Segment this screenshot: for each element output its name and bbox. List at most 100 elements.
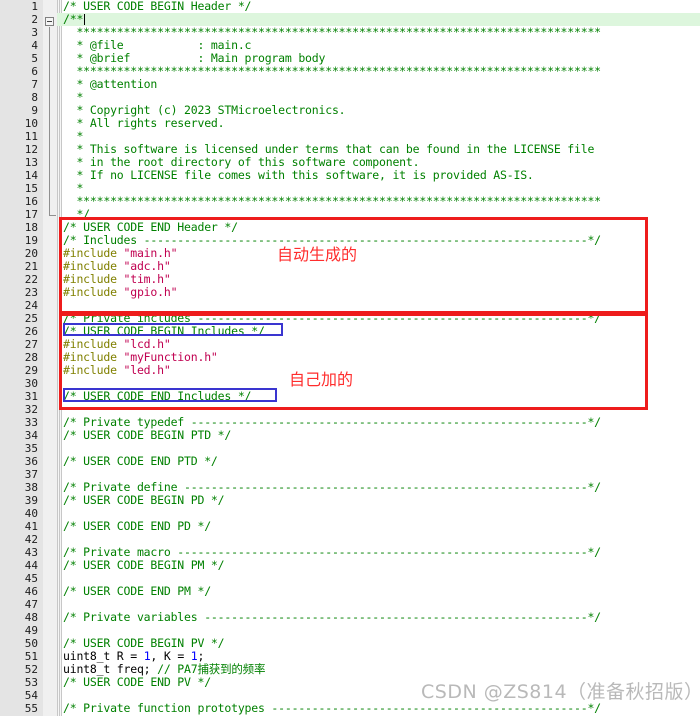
code-line[interactable]: 31 /* USER CODE END Includes */ <box>0 390 700 404</box>
code-line[interactable]: 55 /* Private function prototypes -------… <box>0 702 700 716</box>
line-content[interactable]: #include "gpio.h" <box>63 285 178 299</box>
code-line[interactable]: 46 /* USER CODE END PM */ <box>0 585 700 599</box>
line-number: 3 <box>31 26 38 39</box>
code-token: uint8_t freq; <box>63 662 158 676</box>
line-content[interactable]: /* USER CODE END PTD */ <box>63 455 218 468</box>
line-number: 32 <box>24 403 38 416</box>
code-line[interactable]: 34 /* USER CODE BEGIN PTD */ <box>0 429 700 443</box>
code-token: #include <box>63 337 124 351</box>
code-token: * If no LICENSE file comes with this sof… <box>63 168 534 182</box>
line-number: 19 <box>24 234 38 247</box>
fold-range-end-marker <box>49 215 56 216</box>
line-number: 47 <box>24 598 38 611</box>
line-number: 50 <box>24 637 38 650</box>
code-line[interactable]: 1 /* USER CODE BEGIN Header */ <box>0 0 700 13</box>
code-token: /* Private typedef ---------------------… <box>63 415 601 429</box>
code-line[interactable]: 10 * All rights reserved. <box>0 117 700 131</box>
line-number: 54 <box>24 689 38 702</box>
line-number: 8 <box>31 91 38 104</box>
line-number: 15 <box>24 182 38 195</box>
line-number: 45 <box>24 572 38 585</box>
line-number: 31 <box>24 390 38 403</box>
annotation-label-auto-generated: 自动生成的 <box>277 245 358 264</box>
line-number: 1 <box>31 0 38 13</box>
line-content[interactable]: /* USER CODE BEGIN Header */ <box>63 0 251 13</box>
line-number: 4 <box>31 39 38 52</box>
code-token: /* USER CODE BEGIN PM */ <box>63 558 225 572</box>
code-token: , K = <box>150 649 191 663</box>
code-token: * <box>63 181 84 195</box>
code-token: /* Private define ----------------------… <box>63 480 601 494</box>
code-token: #include <box>63 285 124 299</box>
line-content[interactable]: /* USER CODE END PV */ <box>63 676 211 689</box>
code-token: ; <box>197 649 205 663</box>
code-line[interactable]: 16 *************************************… <box>0 195 700 209</box>
line-number: 55 <box>24 702 38 715</box>
line-number: 13 <box>24 156 38 169</box>
code-line[interactable]: 48 /* Private variables -----------------… <box>0 611 700 625</box>
line-number: 29 <box>24 364 38 377</box>
code-token: /* USER CODE END Includes */ <box>63 389 252 403</box>
code-token: /* USER CODE BEGIN PTD */ <box>63 428 232 442</box>
text-cursor <box>83 14 85 25</box>
line-content[interactable]: /* USER CODE BEGIN PTD */ <box>63 429 231 442</box>
code-editor[interactable]: 1/* USER CODE BEGIN Header */2/** 3 *****… <box>0 0 700 716</box>
line-number: 49 <box>24 624 38 637</box>
code-line[interactable]: 36 /* USER CODE END PTD */ <box>0 455 700 469</box>
code-token: /* USER CODE END PV */ <box>63 675 211 689</box>
code-token: ****************************************… <box>63 25 601 39</box>
line-number: 43 <box>24 546 38 559</box>
code-line[interactable]: 44 /* USER CODE BEGIN PM */ <box>0 558 700 573</box>
watermark-text: CSDN @ZS814（准备秋招版） <box>421 681 700 703</box>
code-token: * @file : main.c <box>63 38 252 52</box>
line-number: 14 <box>24 169 38 182</box>
code-token: 1 <box>190 649 198 663</box>
code-token: "gpio.h" <box>123 285 178 299</box>
line-content[interactable]: /* USER CODE END Includes */ <box>63 390 251 403</box>
line-number: 5 <box>31 52 38 65</box>
line-number: 41 <box>24 520 38 533</box>
line-number: 24 <box>24 299 38 312</box>
code-token: "tim.h" <box>123 272 171 286</box>
code-line[interactable]: 7 * @attention <box>0 78 700 92</box>
line-number: 46 <box>24 585 38 598</box>
code-line[interactable]: 39 /* USER CODE BEGIN PD */ <box>0 494 700 508</box>
line-number: 23 <box>24 286 38 299</box>
code-token: /* Private macro -----------------------… <box>63 545 601 559</box>
line-content[interactable]: /* USER CODE BEGIN PM */ <box>63 558 225 572</box>
code-token: /* Private includes --------------------… <box>63 311 601 325</box>
line-number: 34 <box>24 429 38 442</box>
code-line[interactable]: 14 * If no LICENSE file comes with this … <box>0 168 700 183</box>
line-content[interactable]: /* USER CODE END PM */ <box>63 585 211 598</box>
line-content[interactable]: * All rights reserved. <box>63 117 224 130</box>
line-number: 36 <box>24 455 38 468</box>
line-content[interactable]: #include "led.h" <box>63 364 171 377</box>
code-token: "adc.h" <box>123 259 171 273</box>
line-content[interactable]: * If no LICENSE file comes with this sof… <box>63 168 534 182</box>
line-number: 53 <box>24 676 38 689</box>
code-token: "main.h" <box>123 246 178 260</box>
fold-collapse-icon[interactable] <box>45 17 54 26</box>
code-token: * <box>63 90 84 104</box>
line-number: 33 <box>24 416 38 429</box>
code-token: * in the root directory of this software… <box>63 155 420 169</box>
line-content[interactable]: /* Private function prototypes ---------… <box>63 702 601 715</box>
line-content[interactable]: ****************************************… <box>63 195 601 208</box>
code-token: #include <box>63 350 124 364</box>
code-token: /* USER CODE BEGIN PV */ <box>63 636 225 650</box>
line-content[interactable]: /* Private variables -------------------… <box>63 611 601 624</box>
code-line[interactable]: 41 /* USER CODE END PD */ <box>0 520 700 534</box>
line-number: 51 <box>24 650 38 663</box>
code-token: #include <box>63 363 124 377</box>
line-content[interactable]: /* USER CODE BEGIN PD */ <box>63 494 225 507</box>
code-line[interactable]: 23 #include "gpio.h" <box>0 285 700 300</box>
code-token: * All rights reserved. <box>63 116 225 130</box>
code-token: "myFunction.h" <box>123 350 218 364</box>
line-number: 40 <box>24 507 38 520</box>
line-number: 48 <box>24 611 38 624</box>
line-number: 11 <box>24 130 38 143</box>
line-number: 12 <box>24 143 38 156</box>
code-token: * <box>63 129 84 143</box>
line-content[interactable]: /* USER CODE END PD */ <box>63 520 211 533</box>
line-number: 17 <box>24 208 38 221</box>
